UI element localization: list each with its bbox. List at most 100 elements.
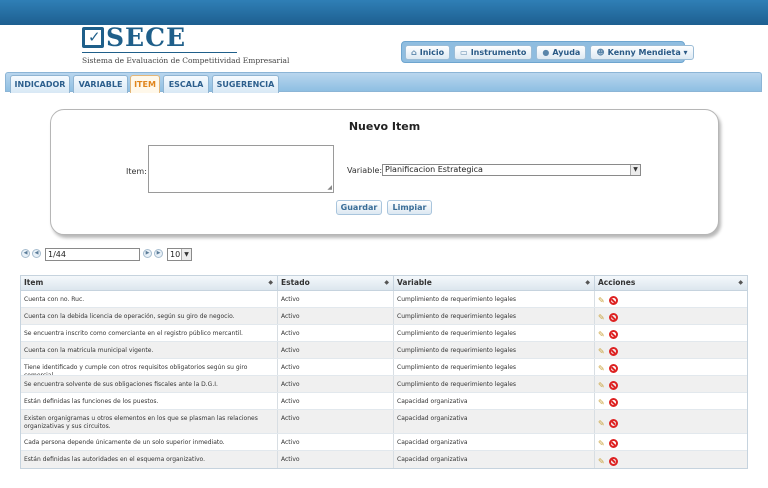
tab-variable[interactable]: VARIABLE xyxy=(73,75,128,93)
delete-icon[interactable] xyxy=(609,418,618,428)
delete-icon[interactable] xyxy=(609,296,618,305)
edit-pencil-icon[interactable]: ✎ xyxy=(598,439,607,448)
table-row: Cada persona depende únicamente de un so… xyxy=(21,434,747,451)
edit-pencil-icon[interactable]: ✎ xyxy=(598,296,607,305)
column-header-estado[interactable]: Estado ◆ xyxy=(278,276,394,290)
cell-estado: Activo xyxy=(278,291,394,307)
column-header-variable[interactable]: Variable ◆ xyxy=(394,276,595,290)
previous-page-icon[interactable]: ◀ xyxy=(32,249,41,258)
new-item-form: Nuevo Item Item: ◢ Variable: Planificaci… xyxy=(50,109,719,235)
column-title: Estado xyxy=(281,278,310,287)
sort-icon[interactable]: ◆ xyxy=(384,276,389,290)
tab-escala[interactable]: ESCALA xyxy=(163,75,209,93)
next-page-icon[interactable]: ▶ xyxy=(143,249,152,258)
delete-icon[interactable] xyxy=(609,456,618,466)
home-icon: ⌂ xyxy=(411,48,417,57)
sort-icon[interactable]: ◆ xyxy=(585,276,590,290)
delete-icon[interactable] xyxy=(609,439,618,448)
table-row: Existen organigramas u otros elementos e… xyxy=(21,410,747,434)
column-header-item[interactable]: Item ◆ xyxy=(21,276,278,290)
page-input[interactable]: 1/44 xyxy=(45,248,140,261)
variable-select[interactable]: Planificacion Estrategica ▼ xyxy=(382,164,641,176)
delete-icon[interactable] xyxy=(609,381,618,390)
sort-icon[interactable]: ◆ xyxy=(738,276,743,290)
help-icon: ● xyxy=(542,48,550,57)
cell-item: Están definidas las autoridades en el es… xyxy=(21,451,278,468)
document-icon: ▭ xyxy=(460,48,468,57)
clear-button[interactable]: Limpiar xyxy=(387,200,432,215)
cell-actions: ✎ xyxy=(595,434,747,450)
edit-pencil-icon[interactable]: ✎ xyxy=(598,419,607,428)
cell-actions: ✎ xyxy=(595,393,747,409)
cell-actions: ✎ xyxy=(595,325,747,341)
table-row: Cuenta con la debida licencia de operaci… xyxy=(21,308,747,325)
logo-rule xyxy=(82,52,237,53)
sort-icon[interactable]: ◆ xyxy=(268,276,273,290)
edit-pencil-icon[interactable]: ✎ xyxy=(598,330,607,339)
column-header-acciones[interactable]: Acciones ◆ xyxy=(595,276,747,290)
cell-actions: ✎ xyxy=(595,342,747,358)
nav-ayuda-button[interactable]: ● Ayuda xyxy=(536,45,587,60)
save-button[interactable]: Guardar xyxy=(336,200,382,215)
cell-item: Se encuentra solvente de sus obligacione… xyxy=(21,376,278,392)
top-navigation: ⌂ Inicio ▭ Instrumento ● Ayuda ☻ Kenny Mendi… xyxy=(401,41,694,63)
cell-actions: ✎ xyxy=(595,291,747,307)
edit-pencil-icon[interactable]: ✎ xyxy=(598,398,607,407)
tab-sugerencia[interactable]: SUGERENCIA xyxy=(212,75,279,93)
table-row: Tiene identificado y cumple con otros re… xyxy=(21,359,747,376)
nav-inicio-button[interactable]: ⌂ Inicio xyxy=(405,45,451,60)
table-row: Están definidas las funciones de los pue… xyxy=(21,393,747,410)
cell-estado: Activo xyxy=(278,342,394,358)
cell-item: Están definidas las funciones de los pue… xyxy=(21,393,278,409)
variable-label: Variable: xyxy=(347,166,383,175)
cell-estado: Activo xyxy=(278,325,394,341)
cell-item: Cada persona depende únicamente de un so… xyxy=(21,434,278,450)
top-banner xyxy=(0,0,768,25)
cell-variable: Cumplimiento de requerimiento legales xyxy=(394,308,595,324)
edit-pencil-icon[interactable]: ✎ xyxy=(598,381,607,390)
delete-icon[interactable] xyxy=(609,347,618,356)
tab-item[interactable]: ITEM xyxy=(130,75,160,93)
cell-actions: ✎ xyxy=(595,359,747,375)
edit-pencil-icon[interactable]: ✎ xyxy=(598,364,607,373)
logo-subtitle: Sistema de Evaluación de Competitividad … xyxy=(82,56,290,65)
chevron-down-icon[interactable]: ▼ xyxy=(630,165,640,175)
table-row: Se encuentra solvente de sus obligacione… xyxy=(21,376,747,393)
nav-instrumento-button[interactable]: ▭ Instrumento xyxy=(454,45,533,60)
cell-variable: Capacidad organizativa xyxy=(394,451,595,468)
edit-pencil-icon[interactable]: ✎ xyxy=(598,457,607,466)
cell-variable: Capacidad organizativa xyxy=(394,434,595,450)
cell-item: Cuenta con la matricula municipal vigent… xyxy=(21,342,278,358)
cell-variable: Capacidad organizativa xyxy=(394,393,595,409)
delete-icon[interactable] xyxy=(609,313,618,322)
rows-per-page-select[interactable]: 10 ▼ xyxy=(167,248,192,261)
nav-label: Inicio xyxy=(419,48,445,57)
sece-logo: ✓ SECE Sistema de Evaluación de Competit… xyxy=(82,23,289,69)
edit-pencil-icon[interactable]: ✎ xyxy=(598,313,607,322)
edit-pencil-icon[interactable]: ✎ xyxy=(598,347,607,356)
cell-estado: Activo xyxy=(278,359,394,375)
table-row: Están definidas las autoridades en el es… xyxy=(21,451,747,468)
check-logo-icon: ✓ xyxy=(82,27,104,48)
cell-item: Se encuentra inscrito como comerciante e… xyxy=(21,325,278,341)
last-page-icon[interactable]: ▶ xyxy=(154,249,163,258)
first-page-icon[interactable]: ◀ xyxy=(21,249,30,258)
cell-item: Cuenta con no. Ruc. xyxy=(21,291,278,307)
tab-indicador[interactable]: INDICADOR xyxy=(10,75,70,93)
delete-icon[interactable] xyxy=(609,398,618,407)
logo-word: SECE xyxy=(106,23,187,52)
table-row: Se encuentra inscrito como comerciante e… xyxy=(21,325,747,342)
user-icon: ☻ xyxy=(596,48,605,57)
form-title: Nuevo Item xyxy=(348,120,421,133)
table-header: Item ◆ Estado ◆ Variable ◆ Acciones ◆ xyxy=(21,276,747,291)
chevron-down-icon[interactable]: ▼ xyxy=(181,249,191,260)
delete-icon[interactable] xyxy=(609,330,618,339)
resize-grip-icon[interactable]: ◢ xyxy=(327,185,332,191)
table-row: Cuenta con la matricula municipal vigent… xyxy=(21,342,747,359)
user-menu-button[interactable]: ☻ Kenny Mendieta ▾ xyxy=(590,45,694,60)
item-textarea[interactable]: ◢ xyxy=(148,145,334,193)
nav-label: Ayuda xyxy=(552,48,581,57)
cell-variable: Capacidad organizativa xyxy=(394,410,595,433)
delete-icon[interactable] xyxy=(609,364,618,373)
cell-variable: Cumplimiento de requerimiento legales xyxy=(394,325,595,341)
